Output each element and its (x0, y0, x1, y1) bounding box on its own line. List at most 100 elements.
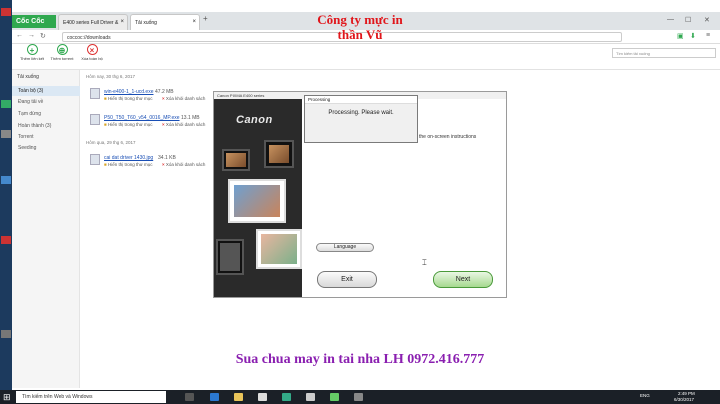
app-icon[interactable] (306, 393, 315, 401)
remove-icon: × (162, 162, 165, 167)
desktop-icon[interactable] (1, 8, 11, 16)
add-link-button[interactable]: + Thêm liên kết (18, 44, 46, 61)
download-size: 34.1 KB (158, 155, 176, 161)
explorer-icon[interactable] (234, 393, 243, 401)
show-in-folder-link[interactable]: ■ Hiển thị trong thư mục (104, 122, 153, 127)
delete-all-button[interactable]: × Xóa toàn bộ (78, 44, 106, 61)
remove-icon: × (162, 96, 165, 101)
overlay-title: Công ty mực in thần Vũ (230, 12, 490, 42)
clock-time[interactable]: 2:49 PM (678, 391, 695, 396)
edge-icon[interactable] (210, 393, 219, 401)
desktop-icon[interactable] (1, 100, 11, 108)
clock-date[interactable]: 6/30/2017 (674, 397, 694, 402)
remove-label: Xóa khỏi danh sách (165, 162, 206, 167)
show-in-folder-label: Hiển thị trong thư mục (107, 122, 153, 127)
folder-icon: ■ (104, 96, 107, 101)
group-heading: Hôm qua, 29 thg 6, 2017 (86, 140, 136, 145)
remove-from-list-link[interactable]: × Xóa khỏi danh sách (162, 122, 205, 127)
tab-downloads[interactable]: Tải xuống × (130, 14, 200, 30)
processing-dialog-title: Processing (305, 96, 417, 104)
sidebar-item-all[interactable]: Toàn bộ (3) (12, 86, 80, 96)
group-heading: Hôm nay, 30 thg 6, 2017 (86, 74, 135, 79)
download-size: 13.1 MB (181, 115, 200, 121)
windows-taskbar: ⊞ Tìm kiếm trên Web và Windows ENG 2:49 … (0, 390, 720, 404)
sidebar-item-seeding[interactable]: Seeding (12, 143, 80, 153)
tab-label: E400 series Full Driver & (63, 20, 119, 26)
add-link-label: Thêm liên kết (19, 56, 44, 61)
exit-button[interactable]: Exit (317, 271, 377, 288)
downloads-toolbar: + Thêm liên kết ⊕ Thêm torrent × Xóa toà… (12, 44, 720, 70)
maximize-icon[interactable]: ☐ (685, 16, 691, 24)
show-in-folder-label: Hiển thị trong thư mục (107, 162, 153, 167)
show-in-folder-label: Hiển thị trong thư mục (107, 96, 153, 101)
tab-e400-driver[interactable]: E400 series Full Driver & × (58, 14, 128, 30)
photo-frame (256, 229, 302, 269)
overlay-title-line1: Công ty mực in (317, 12, 403, 27)
desktop-icon[interactable] (1, 330, 11, 338)
desktop-icon[interactable] (1, 176, 11, 184)
download-icon[interactable]: ⬇ (690, 32, 696, 40)
installer-instruction: the on-screen instructions (419, 134, 477, 140)
overlay-contact-text: Sua chua may in tai nha LH 0972.416.777 (235, 352, 485, 367)
remove-icon: × (162, 122, 165, 127)
delete-all-label: Xóa toàn bộ (81, 56, 103, 61)
photo-frame (228, 179, 286, 223)
reload-icon[interactable]: ↻ (40, 32, 46, 40)
sidebar-item-completed[interactable]: Hoàn thành (3) (12, 121, 80, 131)
show-in-folder-link[interactable]: ■ Hiển thị trong thư mục (104, 162, 153, 167)
sidebar-item-torrent[interactable]: Torrent (12, 132, 80, 142)
search-downloads-input[interactable]: Tìm kiếm tải xuống (612, 48, 716, 58)
language-indicator[interactable]: ENG (640, 393, 650, 398)
image-file-icon (90, 154, 100, 165)
language-button[interactable]: Language (316, 243, 374, 252)
add-torrent-button[interactable]: ⊕ Thêm torrent (48, 44, 76, 61)
desktop-icons-strip (0, 0, 12, 390)
windows-start-icon[interactable]: ⊞ (3, 392, 11, 403)
tab-label: Tải xuống (135, 20, 157, 26)
folder-icon: ■ (104, 162, 107, 167)
next-button[interactable]: Next (433, 271, 493, 288)
task-view-icon[interactable] (185, 393, 194, 401)
sidebar-item-downloading[interactable]: Đang tải về (12, 97, 80, 107)
desktop-icon[interactable] (1, 130, 11, 138)
sidebar-header: Tải xuống (17, 74, 39, 80)
remove-from-list-link[interactable]: × Xóa khỏi danh sách (162, 162, 205, 167)
plus-icon: + (26, 44, 38, 55)
downloads-sidebar: Tải xuống Toàn bộ (3) Đang tải về Tạm dừ… (12, 70, 80, 388)
menu-icon[interactable]: ≡ (706, 32, 710, 39)
canon-logo: Canon (236, 114, 273, 126)
sidebar-item-paused[interactable]: Tạm dừng (12, 109, 80, 119)
download-file-link[interactable]: P50_T50_T60_v54_0016_MP.exe (104, 115, 180, 121)
photo-frame (222, 149, 250, 171)
installer-brand-panel: Canon (214, 99, 302, 297)
file-icon (90, 114, 100, 125)
minimize-icon[interactable]: — (667, 16, 674, 23)
back-icon[interactable]: ← (16, 32, 23, 39)
close-icon[interactable]: × (120, 19, 124, 25)
photo-frame (264, 140, 294, 168)
forward-icon[interactable]: → (28, 32, 35, 39)
delete-icon: × (86, 44, 98, 55)
folder-icon: ■ (104, 122, 107, 127)
coccoc-icon[interactable] (282, 393, 291, 401)
file-icon (90, 88, 100, 99)
close-window-icon[interactable]: ✕ (704, 16, 710, 24)
download-size: 47.2 MB (155, 89, 174, 95)
magnet-icon: ⊕ (56, 44, 68, 55)
desktop-icon[interactable] (1, 236, 11, 244)
app-icon[interactable] (354, 393, 363, 401)
cart-icon[interactable]: ▣ (677, 32, 684, 40)
store-icon[interactable] (258, 393, 267, 401)
app-icon[interactable] (330, 393, 339, 401)
show-in-folder-link[interactable]: ■ Hiển thị trong thư mục (104, 96, 153, 101)
browser-logo[interactable]: Cốc Cốc (12, 15, 56, 28)
remove-label: Xóa khỏi danh sách (165, 96, 206, 101)
close-icon[interactable]: × (192, 19, 196, 25)
processing-message: Processing. Please wait. (328, 110, 394, 116)
download-file-link[interactable]: win-e400-1_1-ucd.exe (104, 89, 153, 95)
taskbar-search-input[interactable]: Tìm kiếm trên Web và Windows (16, 391, 166, 403)
download-file-link[interactable]: cai dat driver 1430.jpg (104, 155, 153, 161)
remove-from-list-link[interactable]: × Xóa khỏi danh sách (162, 96, 205, 101)
new-tab-button[interactable]: + (203, 14, 208, 23)
add-torrent-label: Thêm torrent (50, 56, 74, 61)
